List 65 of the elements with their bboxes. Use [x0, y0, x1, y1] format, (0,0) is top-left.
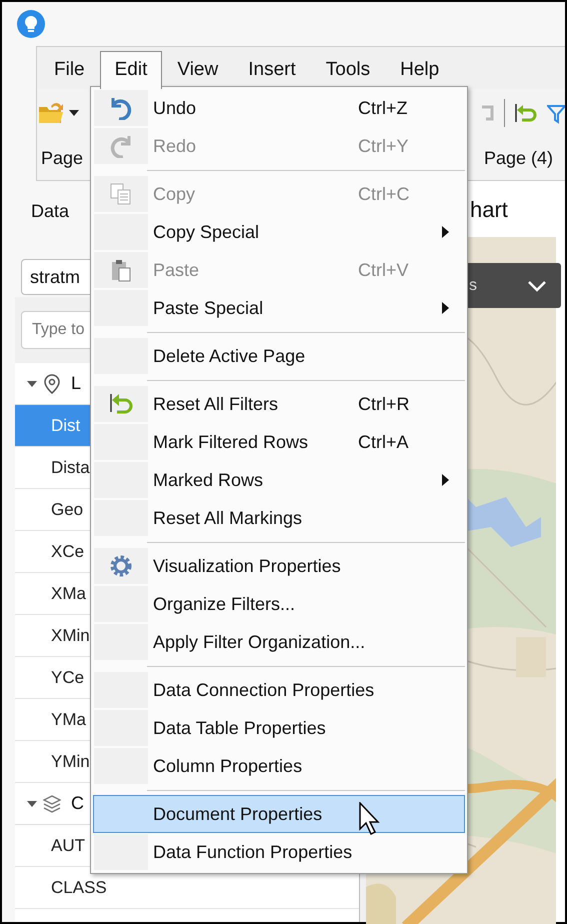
redo-icon — [109, 134, 133, 158]
shortcut-label: Ctrl+V — [358, 258, 409, 282]
menu-item[interactable]: Insert — [233, 51, 311, 89]
menu-item[interactable]: File — [39, 51, 100, 89]
caret-icon[interactable] — [69, 110, 79, 116]
menu-item[interactable]: Reset All Markings — [93, 499, 465, 537]
collapse-caret-icon[interactable] — [27, 798, 37, 808]
menu-item[interactable]: Edit — [100, 51, 162, 89]
menu-item-label: Apply Filter Organization... — [153, 630, 366, 654]
menu-item[interactable]: Reset All Filters Ctrl+R — [93, 385, 465, 423]
menu-item-label: Reset All Markings — [153, 506, 302, 530]
copy-icon — [109, 182, 133, 206]
menu-item[interactable]: Undo Ctrl+Z — [93, 89, 465, 127]
menu-item[interactable]: Document Properties — [93, 795, 465, 833]
menu-item-label: Copy Special — [153, 220, 260, 244]
menu-item[interactable]: Delete Active Page — [93, 337, 465, 375]
menu-item[interactable]: Marked Rows — [93, 461, 465, 499]
cursor-icon — [359, 802, 381, 836]
menu-item[interactable]: Visualization Properties — [93, 547, 465, 585]
legend-label: s — [469, 276, 477, 296]
shortcut-label: Ctrl+Y — [358, 134, 409, 158]
menu-item[interactable]: Data Table Properties — [93, 709, 465, 747]
menu-item-label: Marked Rows — [153, 468, 264, 492]
collapse-caret-icon[interactable] — [27, 378, 37, 388]
shortcut-label: Ctrl+R — [358, 392, 410, 416]
group-label: L — [71, 372, 82, 395]
menu-item-label: Mark Filtered Rows — [153, 430, 308, 454]
panel-title: Data — [31, 200, 70, 222]
paste-icon — [109, 258, 133, 282]
visualization-title: hart — [470, 196, 508, 224]
shortcut-label: Ctrl+C — [358, 182, 410, 206]
menu-item-label: Redo — [153, 134, 196, 158]
menu-item[interactable]: Column Properties — [93, 747, 465, 785]
app-logo-icon — [16, 9, 46, 39]
menu-item-label: Reset All Filters — [153, 392, 278, 416]
menu-item-label: Column Properties — [153, 754, 302, 778]
menu-item-label: Paste — [153, 258, 200, 282]
shortcut-label: Ctrl+Z — [358, 96, 408, 120]
menu-item-label: Copy — [153, 182, 196, 206]
menu-item[interactable]: Organize Filters... — [93, 585, 465, 623]
menu-item[interactable]: Apply Filter Organization... — [93, 623, 465, 661]
menu-item-label: Paste Special — [153, 296, 264, 320]
menu-item[interactable]: Data Connection Properties — [93, 671, 465, 709]
menu-item-label: Data Table Properties — [153, 716, 326, 740]
menu-item-label: Delete Active Page — [153, 344, 306, 368]
group-label: C — [71, 792, 84, 815]
menu-item[interactable]: Help — [385, 51, 454, 89]
gear-icon — [109, 554, 133, 578]
reset-icon — [109, 392, 133, 416]
menu-item[interactable]: Mark Filtered Rows Ctrl+A — [93, 423, 465, 461]
menu-item-label: Data Function Properties — [153, 840, 352, 864]
pin-icon — [43, 374, 61, 394]
page-tab[interactable]: Page — [37, 144, 88, 172]
menu-item-label: Undo — [153, 96, 196, 120]
shortcut-label: Ctrl+A — [358, 430, 409, 454]
layers-icon — [43, 794, 61, 814]
menu-item[interactable]: Copy Special — [93, 213, 465, 251]
menu-item-label: Organize Filters... — [153, 592, 296, 616]
page-tab[interactable]: Page (4) — [480, 144, 557, 172]
menu-item-label: Data Connection Properties — [153, 678, 374, 702]
undo-icon — [109, 96, 133, 120]
menu-item[interactable]: Tools — [310, 51, 386, 89]
menu-item[interactable]: View — [162, 51, 234, 89]
menu-item-label: Visualization Properties — [153, 554, 341, 578]
menu-item-label: Document Properties — [153, 802, 322, 826]
